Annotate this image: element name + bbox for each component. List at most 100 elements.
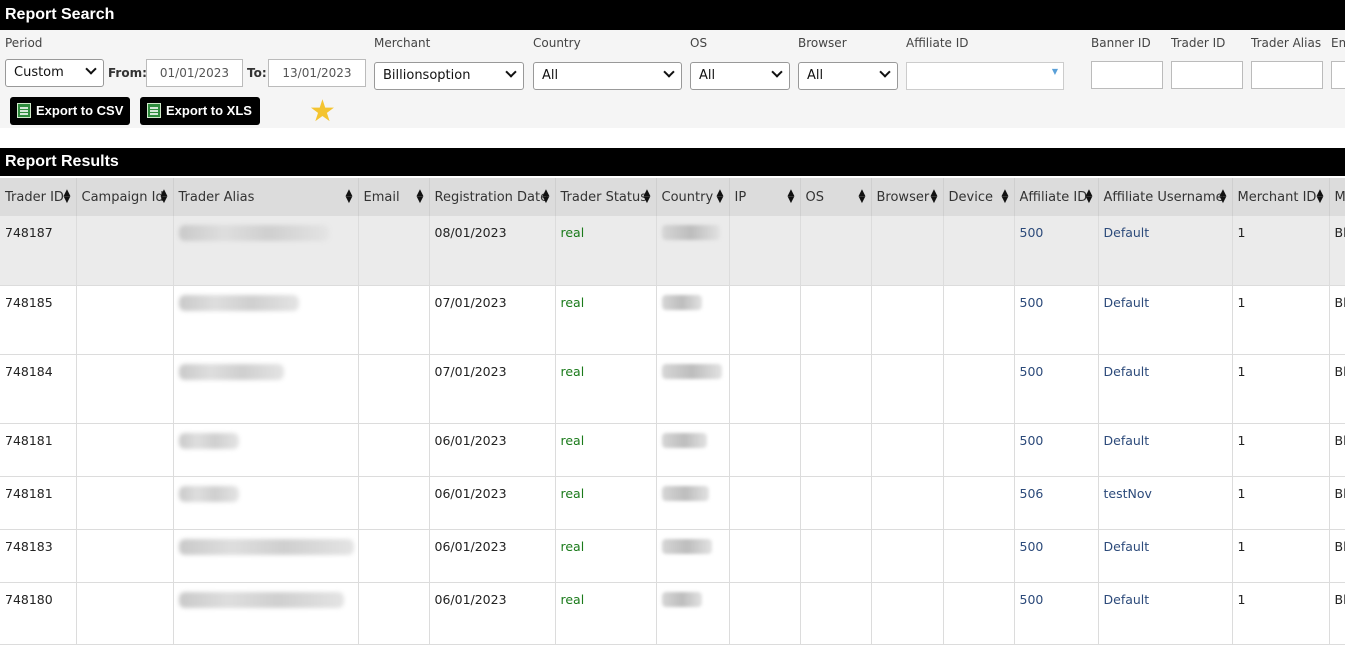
column-header[interactable]: Country▲▼ [656,178,729,216]
trader-alias-input[interactable] [1251,61,1323,89]
to-date-input[interactable]: 13/01/2023 [268,59,366,87]
column-header[interactable]: Trader Alias▲▼ [173,178,358,216]
browser-select[interactable]: All [798,62,898,90]
affiliate-id-cell[interactable]: 500 [1014,423,1098,476]
affiliate-username-cell[interactable]: Default [1098,216,1232,285]
merchant-name-cell: Bl [1329,529,1345,582]
sort-icon[interactable]: ▲▼ [1220,190,1227,204]
to-label: To: [247,66,267,80]
table-row[interactable]: 74818106/01/2023real506testNov1Bl [0,476,1345,529]
sort-icon[interactable]: ▲▼ [788,190,795,204]
star-icon[interactable]: ★ [309,97,336,127]
banner-id-input[interactable] [1091,61,1163,89]
country-select[interactable]: All [533,62,682,90]
browser-cell [871,476,943,529]
affiliate-username-cell[interactable]: Default [1098,354,1232,423]
sort-icon[interactable]: ▲▼ [417,190,424,204]
column-header[interactable]: Device▲▼ [943,178,1014,216]
table-row[interactable]: 74818006/01/2023real500Default1Bl [0,582,1345,644]
table-row[interactable]: 74818407/01/2023real500Default1Bl [0,354,1345,423]
export-xls-button[interactable]: Export to XLS [140,97,260,125]
spreadsheet-icon [147,103,161,118]
trader-alias-cell [173,423,358,476]
sort-icon[interactable]: ▲▼ [64,190,71,204]
column-header[interactable]: Registration Date▲▼ [429,178,555,216]
trader-id-label: Trader ID [1171,36,1225,50]
spreadsheet-icon [17,103,31,118]
trader-id-input[interactable] [1171,61,1243,89]
affiliate-username-cell[interactable]: Default [1098,582,1232,644]
device-cell [943,582,1014,644]
trader-alias-cell [173,476,358,529]
column-header[interactable]: Merchant ID▲▼ [1232,178,1329,216]
affiliate-id-cell[interactable]: 500 [1014,354,1098,423]
column-header[interactable]: Affiliate Username▲▼ [1098,178,1232,216]
table-row[interactable]: 74818106/01/2023real500Default1Bl [0,423,1345,476]
merchant-id-cell: 1 [1232,285,1329,354]
column-header[interactable]: M [1329,178,1345,216]
column-header[interactable]: IP▲▼ [729,178,800,216]
merchant-select[interactable]: Billionsoption [374,62,524,90]
country-cell [656,285,729,354]
sort-icon[interactable]: ▲▼ [1317,190,1324,204]
redacted-country [662,592,702,607]
affiliate-username-cell[interactable]: Default [1098,529,1232,582]
email-label: Em [1331,36,1345,50]
email-input[interactable] [1331,61,1345,89]
sort-icon[interactable]: ▲▼ [543,190,550,204]
merchant-name-cell: Bl [1329,423,1345,476]
trader-status-cell: real [555,423,656,476]
redacted-country [662,539,712,554]
sort-icon[interactable]: ▲▼ [644,190,651,204]
merchant-id-cell: 1 [1232,216,1329,285]
email-cell [358,354,429,423]
os-select[interactable]: All [690,62,790,90]
affiliate-username-cell[interactable]: Default [1098,423,1232,476]
column-header-label: M [1335,190,1345,205]
redacted-country [662,433,707,448]
merchant-id-cell: 1 [1232,476,1329,529]
table-row[interactable]: 74818708/01/2023real500Default1Bl [0,216,1345,285]
column-header[interactable]: Affiliate ID▲▼ [1014,178,1098,216]
trader-id-cell: 748184 [0,354,76,423]
column-header-label: Browser [877,190,930,205]
column-header[interactable]: Trader ID▲▼ [0,178,76,216]
sort-icon[interactable]: ▲▼ [1002,190,1009,204]
sort-icon[interactable]: ▲▼ [346,190,353,204]
affiliate-id-cell[interactable]: 500 [1014,216,1098,285]
period-select[interactable]: Custom [5,59,104,87]
device-cell [943,423,1014,476]
affiliate-id-cell[interactable]: 506 [1014,476,1098,529]
sort-icon[interactable]: ▲▼ [717,190,724,204]
sort-icon[interactable]: ▲▼ [161,190,168,204]
affiliate-username-cell[interactable]: Default [1098,285,1232,354]
export-xls-label: Export to XLS [166,103,252,118]
table-row[interactable]: 74818507/01/2023real500Default1Bl [0,285,1345,354]
country-label: Country [533,36,581,50]
affiliate-id-cell[interactable]: 500 [1014,529,1098,582]
sort-icon[interactable]: ▲▼ [1086,190,1093,204]
affiliate-username-cell[interactable]: testNov [1098,476,1232,529]
column-header[interactable]: Campaign Id▲▼ [76,178,173,216]
column-header-label: Affiliate ID [1020,190,1088,205]
from-date-input[interactable]: 01/01/2023 [146,59,243,87]
ip-cell [729,529,800,582]
sort-icon[interactable]: ▲▼ [931,190,938,204]
affiliate-id-cell[interactable]: 500 [1014,285,1098,354]
os-cell [800,423,871,476]
column-header[interactable]: Email▲▼ [358,178,429,216]
affiliate-id-cell[interactable]: 500 [1014,582,1098,644]
sort-icon[interactable]: ▲▼ [859,190,866,204]
country-cell [656,529,729,582]
merchant-name-cell: Bl [1329,476,1345,529]
export-csv-button[interactable]: Export to CSV [10,97,130,125]
browser-cell [871,529,943,582]
table-row[interactable]: 74818306/01/2023real500Default1Bl [0,529,1345,582]
column-header[interactable]: Browser▲▼ [871,178,943,216]
redacted-country [662,486,709,501]
chevron-down-icon [87,60,95,86]
column-header[interactable]: Trader Status▲▼ [555,178,656,216]
trader-id-cell: 748185 [0,285,76,354]
column-header[interactable]: OS▲▼ [800,178,871,216]
affiliate-id-combobox[interactable]: ▼ [906,62,1064,90]
